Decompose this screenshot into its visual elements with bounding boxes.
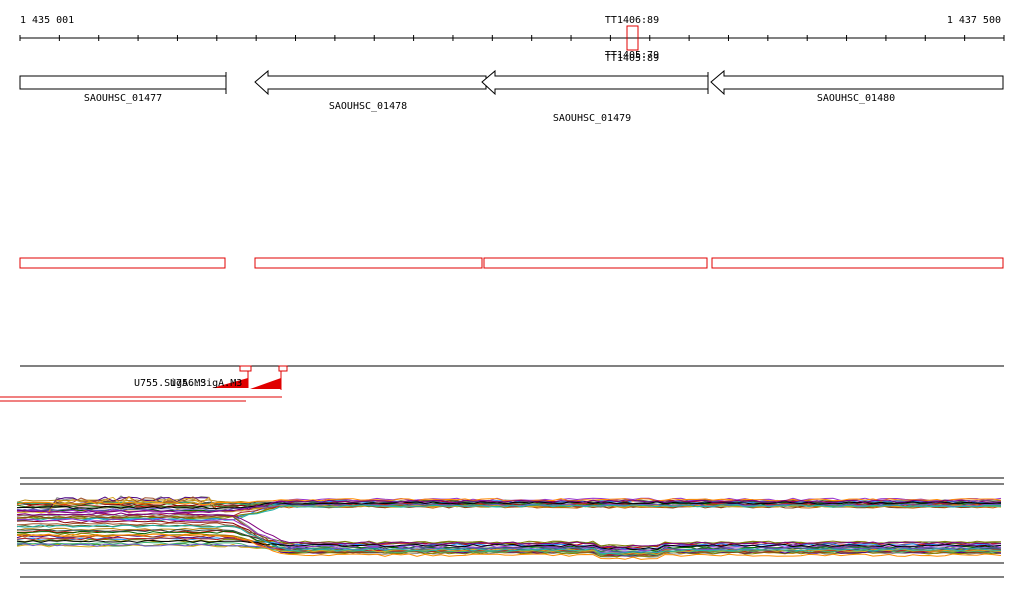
gene-saouhsc-01478[interactable]: SAOUHSC_01478 <box>254 69 487 112</box>
annotation-box[interactable] <box>483 257 708 269</box>
promoter-triangle[interactable] <box>250 378 281 389</box>
gene-saouhsc-01477[interactable]: SAOUHSC_01477 <box>19 72 227 104</box>
promoter-label-2: U756.SigA.M3 <box>170 378 242 389</box>
terminator-feature[interactable]: TT1406:89 TT1405:79 TT1405:89 <box>605 15 659 64</box>
terminator-label: TT1406:89 <box>605 15 659 26</box>
gene-arrow[interactable] <box>710 69 1004 96</box>
gene-arrow[interactable] <box>19 75 227 90</box>
annotation-track <box>19 257 1004 269</box>
genome-browser-view: 1 435 001 1 437 500 TT1406:89 TT1405:79 … <box>0 15 1005 578</box>
annotation-box[interactable] <box>254 257 483 269</box>
gene-label: SAOUHSC_01478 <box>329 101 407 112</box>
gene-arrow[interactable] <box>481 69 709 96</box>
annotation-box[interactable] <box>19 257 226 269</box>
coordinate-ruler: 1 435 001 1 437 500 <box>19 15 1005 41</box>
gene-saouhsc-01479[interactable]: SAOUHSC_01479 <box>481 69 709 124</box>
gene-label: SAOUHSC_01477 <box>84 93 162 104</box>
gene-label: SAOUHSC_01479 <box>553 113 631 124</box>
ruler-start-label: 1 435 001 <box>20 15 74 26</box>
promoter-track: U755.SigA.M3 U756.SigA.M3 <box>0 365 1004 402</box>
gene-track: SAOUHSC_01477 SAOUHSC_01478 SAOUHSC_0147… <box>19 69 1004 124</box>
gene-saouhsc-01480[interactable]: SAOUHSC_01480 <box>710 69 1004 104</box>
promoter-marker-box[interactable] <box>239 365 252 372</box>
gene-label: SAOUHSC_01480 <box>817 93 895 104</box>
expression-track <box>16 477 1004 578</box>
terminator-shadow-label-2: TT1405:89 <box>605 53 659 64</box>
gene-arrow[interactable] <box>254 69 487 96</box>
annotation-box[interactable] <box>711 257 1004 269</box>
promoter-marker-box[interactable] <box>278 365 288 372</box>
ruler-end-label: 1 437 500 <box>947 15 1001 26</box>
expression-series-line <box>16 512 1002 548</box>
